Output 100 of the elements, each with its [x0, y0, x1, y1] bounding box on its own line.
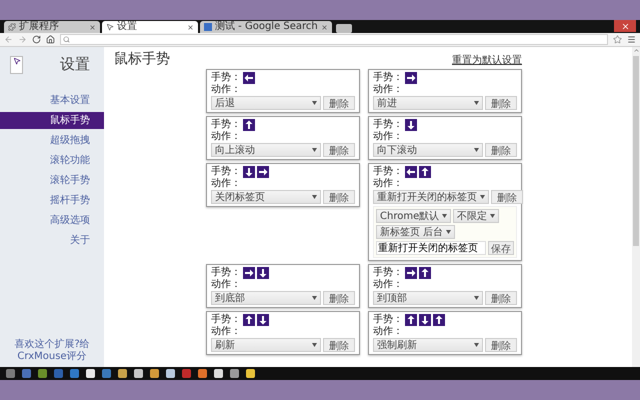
save-button[interactable]: 保存	[488, 241, 514, 255]
close-icon[interactable]	[89, 24, 96, 30]
gesture-label: 手势：	[211, 267, 241, 279]
caret-icon	[446, 230, 452, 234]
sidebar-item[interactable]: 摇杆手势	[0, 192, 104, 209]
action-label: 动作：	[211, 84, 241, 96]
sidebar-item[interactable]: 基本设置	[0, 92, 104, 109]
rate-link[interactable]: 喜欢这个扩展?给CrxMouse评分	[6, 339, 98, 363]
close-icon[interactable]	[320, 24, 328, 30]
action-select[interactable]: 关闭标签页	[211, 190, 321, 204]
down-arrow-icon	[419, 314, 431, 326]
down-arrow-icon	[405, 119, 417, 131]
sidebar-item[interactable]: 鼠标手势	[0, 112, 104, 129]
delete-button[interactable]: 删除	[323, 96, 355, 110]
down-arrow-icon	[243, 166, 255, 178]
up-arrow-icon	[243, 119, 255, 131]
caret-icon	[312, 195, 317, 199]
action-label: 动作：	[373, 178, 403, 190]
sidebar-title: 设置	[60, 55, 90, 74]
delete-button[interactable]: 删除	[323, 338, 355, 352]
gesture-label: 手势：	[373, 119, 403, 131]
down-arrow-icon	[257, 314, 269, 326]
menu-icon[interactable]	[627, 35, 636, 44]
square-favicon-icon	[204, 23, 212, 31]
option-select[interactable]: Chrome默认	[376, 209, 452, 223]
action-select[interactable]: 到顶部	[373, 291, 483, 305]
caret-icon	[480, 195, 485, 199]
delete-button[interactable]: 删除	[485, 143, 517, 157]
star-icon[interactable]	[613, 35, 622, 44]
action-select[interactable]: 前进	[373, 96, 483, 110]
up-arrow-icon	[405, 314, 417, 326]
sidebar-item[interactable]: 关于	[0, 232, 104, 249]
action-select[interactable]: 向下滚动	[373, 143, 483, 157]
right-arrow-icon	[405, 72, 417, 84]
home-icon[interactable]	[46, 35, 55, 44]
sidebar-item[interactable]: 滚轮手势	[0, 172, 104, 189]
action-select[interactable]: 重新打开关闭的标签页	[373, 190, 489, 204]
reload-icon[interactable]	[32, 35, 41, 44]
address-field[interactable]	[60, 34, 608, 45]
page-title: 鼠标手势	[114, 51, 170, 67]
cursor-logo-icon	[10, 56, 23, 74]
delete-button[interactable]: 删除	[323, 190, 355, 204]
gesture-label: 手势：	[211, 314, 241, 326]
caret-icon	[312, 148, 317, 152]
delete-button[interactable]: 删除	[323, 143, 355, 157]
delete-button[interactable]: 删除	[485, 338, 517, 352]
sidebar-item[interactable]: 高级选项	[0, 212, 104, 229]
caret-icon	[474, 296, 479, 300]
scroll-up-icon[interactable]	[632, 47, 640, 54]
gesture-label: 手势：	[211, 166, 241, 178]
delete-button[interactable]: 删除	[485, 291, 517, 305]
name-input[interactable]: 重新打开关闭的标签页	[376, 241, 486, 255]
scrollbar[interactable]	[632, 47, 640, 367]
browser-tab[interactable]: 设置	[102, 21, 198, 33]
caret-icon	[474, 101, 479, 105]
gesture-label: 手势：	[211, 72, 241, 84]
gesture-label: 手势：	[211, 119, 241, 131]
close-icon	[620, 22, 630, 30]
right-arrow-icon	[243, 267, 255, 279]
action-select[interactable]: 到底部	[211, 291, 321, 305]
right-arrow-icon	[257, 166, 269, 178]
action-label: 动作：	[373, 279, 403, 291]
delete-button[interactable]: 删除	[485, 96, 517, 110]
caret-icon	[474, 343, 479, 347]
delete-button[interactable]: 删除	[491, 190, 523, 204]
caret-icon	[312, 101, 317, 105]
action-label: 动作：	[211, 279, 241, 291]
new-tab-button[interactable]	[336, 24, 352, 33]
caret-icon	[490, 214, 496, 218]
action-label: 动作：	[373, 131, 403, 143]
option-select[interactable]: 不限定	[453, 209, 500, 223]
close-icon[interactable]	[187, 24, 194, 30]
action-label: 动作：	[373, 84, 403, 96]
action-select[interactable]: 强制刷新	[373, 338, 483, 352]
left-arrow-icon	[243, 72, 255, 84]
action-label: 动作：	[211, 178, 241, 190]
down-arrow-icon	[257, 267, 269, 279]
up-arrow-icon	[243, 314, 255, 326]
gesture-label: 手势：	[373, 314, 403, 326]
right-arrow-icon	[405, 267, 417, 279]
browser-tab[interactable]: 测试 - Google Search	[200, 21, 332, 33]
sidebar-item[interactable]: 超级拖拽	[0, 132, 104, 149]
caret-icon	[442, 214, 448, 218]
puzzle-icon	[8, 23, 16, 31]
action-select[interactable]: 向上滚动	[211, 143, 321, 157]
gesture-label: 手势：	[373, 166, 403, 178]
gesture-label: 手势：	[373, 72, 403, 84]
reset-link[interactable]: 重置为默认设置	[452, 55, 522, 67]
action-select[interactable]: 刷新	[211, 338, 321, 352]
sidebar-item[interactable]: 滚轮功能	[0, 152, 104, 169]
cursor-icon	[106, 23, 114, 31]
search-icon	[63, 36, 70, 43]
up-arrow-icon	[419, 166, 431, 178]
action-select[interactable]: 后退	[211, 96, 321, 110]
up-arrow-icon	[419, 267, 431, 279]
browser-tab[interactable]: 扩展程序	[4, 21, 100, 33]
up-arrow-icon	[433, 314, 445, 326]
caret-icon	[474, 148, 479, 152]
delete-button[interactable]: 删除	[323, 291, 355, 305]
option-select[interactable]: 新标签页 后台	[376, 225, 456, 239]
